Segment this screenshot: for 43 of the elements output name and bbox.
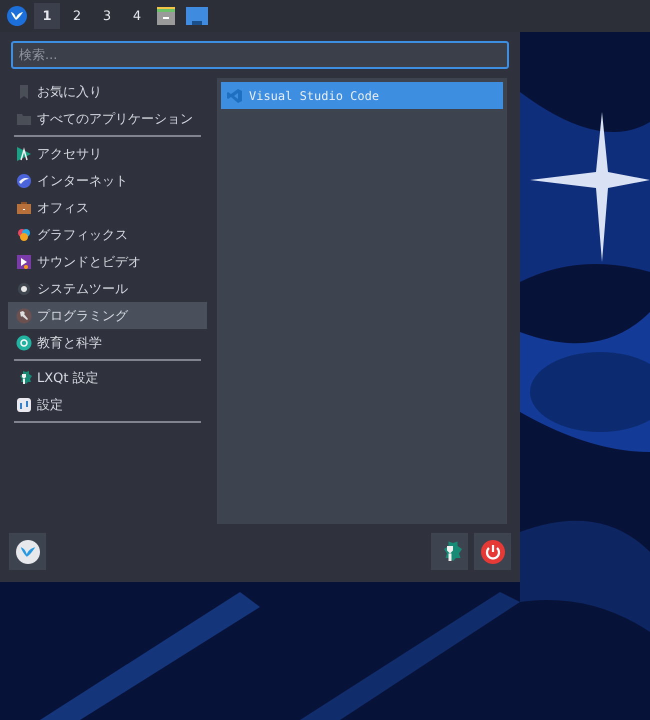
category-label: LXQt 設定 xyxy=(37,370,99,386)
category-label: お気に入り xyxy=(37,84,102,100)
gear-icon xyxy=(16,280,32,296)
category-item[interactable]: 教育と科学 xyxy=(8,329,207,356)
search-field[interactable]: 検索... xyxy=(11,41,509,69)
category-label: プログラミング xyxy=(37,308,128,324)
about-button[interactable] xyxy=(9,533,46,570)
globe-icon xyxy=(16,172,32,188)
desktop-switch-button[interactable]: 2 xyxy=(64,3,90,29)
menu-button[interactable] xyxy=(4,3,30,29)
file-cabinet-icon[interactable] xyxy=(156,6,176,26)
category-item[interactable]: サウンドとビデオ xyxy=(8,248,207,275)
category-label: 設定 xyxy=(37,396,63,414)
sliders-icon xyxy=(16,396,32,412)
power-icon xyxy=(480,540,504,564)
category-label: システムツール xyxy=(37,280,128,298)
category-label: すべてのアプリケーション xyxy=(37,110,193,128)
category-label: サウンドとビデオ xyxy=(37,254,141,270)
category-item[interactable]: オフィス xyxy=(8,194,207,221)
category-label: アクセサリ xyxy=(37,146,102,162)
category-label: グラフィックス xyxy=(37,226,128,244)
code-editor-icon xyxy=(227,88,243,104)
category-item[interactable]: インターネット xyxy=(8,167,207,194)
desktop-switch-button[interactable]: 1 xyxy=(34,3,60,29)
category-item[interactable]: お気に入り xyxy=(8,78,207,105)
category-label: インターネット xyxy=(37,172,128,190)
power-button[interactable] xyxy=(474,533,511,570)
category-item[interactable]: プログラミング xyxy=(8,302,207,329)
category-label: オフィス xyxy=(37,200,89,216)
app-label: Visual Studio Code xyxy=(249,88,380,102)
settings-button[interactable] xyxy=(431,533,468,570)
category-item[interactable]: システムツール xyxy=(8,275,207,302)
category-item[interactable]: アクセサリ xyxy=(8,140,207,167)
category-label: 教育と科学 xyxy=(37,334,102,352)
palette-icon xyxy=(16,226,32,242)
category-item[interactable]: 設定 xyxy=(8,391,207,418)
desktop-switch-button[interactable]: 4 xyxy=(124,3,150,29)
category-item[interactable]: すべてのアプリケーション xyxy=(8,105,207,132)
film-icon xyxy=(16,254,32,270)
category-item[interactable]: LXQt 設定 xyxy=(8,364,207,391)
briefcase-icon xyxy=(16,200,32,216)
category-item[interactable]: グラフィックス xyxy=(8,221,207,248)
desktop-switch-button[interactable]: 3 xyxy=(94,3,120,29)
